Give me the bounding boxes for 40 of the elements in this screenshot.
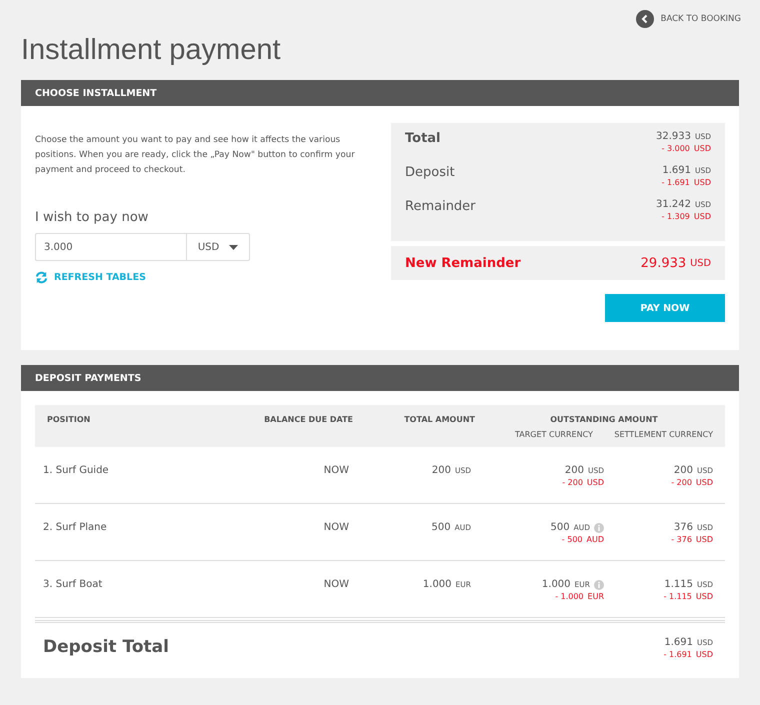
column-header: POSITION — [47, 415, 92, 424]
deduction-amount: - 1.115 USD — [664, 592, 713, 601]
currency-dropdown[interactable]: USD — [187, 233, 250, 261]
deduction-amount: - 3.000 USD — [662, 144, 711, 153]
due-date-cell-text: NOW — [322, 522, 349, 533]
summary-label: Remainder — [405, 199, 476, 216]
intro-text: Choose the amount you want to pay and see how it affects the various positions. When you are ready, click the „Pay Now" button to confirm your payment and proceed to checkout. — [35, 134, 355, 177]
info-icon[interactable] — [594, 522, 604, 532]
column-header: TOTAL AMOUNT — [403, 415, 475, 424]
section-header: DEPOSIT PAYMENTS — [21, 365, 739, 391]
due-date-cell-text: NOW — [322, 465, 349, 476]
deduction-amount: - 200 USD — [562, 478, 604, 487]
section-header: CHOOSE INSTALLMENT — [21, 80, 739, 106]
amount-field[interactable]: 3.000 — [35, 233, 187, 261]
amount-label: I wish to pay now — [35, 210, 150, 225]
deduction-amount: - 1.691 USD — [662, 178, 711, 187]
page-title: Installment payment — [21, 34, 282, 67]
deduction-amount: - 1.000 EUR — [555, 592, 604, 601]
back-link[interactable]: BACK TO BOOKING — [636, 10, 741, 28]
column-header: TARGET CURRENCY — [515, 430, 593, 439]
caret-icon — [229, 244, 238, 250]
position-cell-text: 2. Surf Plane — [43, 522, 108, 533]
refresh-icon — [35, 271, 48, 284]
column-header: OUTSTANDING AMOUNT — [549, 415, 659, 424]
summary-label: Deposit — [405, 165, 455, 182]
column-header: SETTLEMENT CURRENCY — [614, 430, 713, 439]
deduction-amount: - 1.691 USD — [664, 650, 713, 659]
info-icon[interactable] — [594, 580, 604, 590]
position-cell-text: 1. Surf Guide — [43, 465, 110, 476]
column-header: BALANCE DUE DATE — [263, 415, 353, 424]
deduction-amount: - 500 AUD — [562, 535, 604, 544]
deduction-amount: - 200 USD — [671, 478, 713, 487]
deduction-amount: - 1.309 USD — [662, 212, 711, 221]
position-cell-text: 3. Surf Boat — [43, 579, 104, 590]
due-date-cell-text: NOW — [322, 579, 349, 590]
summary-label: Total — [405, 131, 441, 148]
deduction-amount: - 376 USD — [671, 535, 713, 544]
new-remainder-label: New Remainder — [405, 256, 521, 270]
amount: 29.933 USD — [640, 256, 711, 270]
deposit-total-label: Deposit Total — [43, 637, 169, 659]
